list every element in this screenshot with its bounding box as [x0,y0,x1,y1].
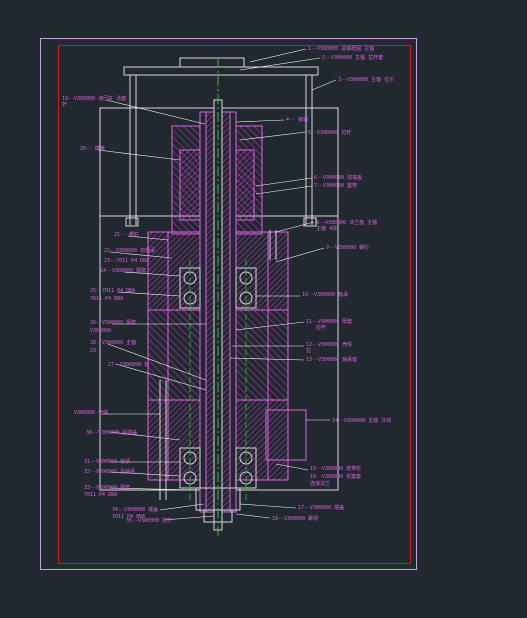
label-2: 2--V300000 主轴 拉杆套 [322,55,384,61]
label-31: 31--V300000 锁紧 [84,459,131,465]
label-19b: 杆 [62,102,68,108]
label-26: 26--V300000 隔套 [90,320,137,326]
label-11b: 拉杆 [316,325,327,331]
label-25: 25--7011 P4 DBA [90,288,136,294]
label-16b: 连接法兰 [310,481,331,487]
label-5: 5--V300000 拉杆 [308,130,352,136]
label-39: V300000 [90,328,112,334]
drawing-canvas [40,38,417,570]
label-18: 18--V300000 螺母 [272,516,319,522]
label-12: 12--V300000 壳体 [306,342,353,348]
label-37: 7011 P4 DBA [90,296,124,302]
label-19: 19--V300000 液压缸 活塞 [62,96,127,102]
label-35: 35--V300000 拉杆 [126,518,173,524]
label-34: 34--V300000 端盖 [112,507,159,513]
label-29: 29-- [90,348,103,354]
label-16: 16--V300000 花键套 [310,474,362,480]
label-17: 17--V300000 端盖 [298,505,345,511]
label-32: 32--V300000 后轴承 [84,469,136,475]
label-7: 7--V300000 套筒 [314,183,358,189]
label-14: 14--V300000 主轴 冷却 [332,418,392,424]
label-9: 9--V300000 螺钉 [326,245,370,251]
label-21: 21-- 螺钉 [114,232,140,238]
label-22: 22--V300000 前轴承 [104,248,156,254]
label-11: 11--V300000 隔套 [306,319,353,325]
label-33: 33--V300000 隔套 [84,485,131,491]
label-30: 30--V300000 后端盖 [86,430,138,436]
label-15: 15--V300000 皮带轮 [310,466,362,472]
label-23: 23--7011 P4 DBA [104,258,150,264]
label-10: 10--V300000 轴承 [302,292,349,298]
label-3: 3--V300000 主轴 拉爪 [338,77,395,83]
label-20: 20-- 碟簧 [80,146,106,152]
label-6: 6--V300000 前端盖 [314,175,363,181]
label-4: 4-- 销轴 [286,117,309,123]
label-28: 28--V300000 主轴 [90,340,137,346]
label-13: 13--V300000 轴承座 [306,357,358,363]
label-24: 24--V300000 隔套 [100,268,147,274]
label-27: 27--V300000 轴 [108,362,150,368]
label-8b: 主轴 4块 [316,226,338,232]
label-38: 7011 P4 DBA [84,492,118,498]
label-1: 1--V300000 总装配图 主轴 [308,46,375,52]
label-40: V300000 壳体 [74,410,109,416]
label-12b: 拉 [306,348,312,354]
